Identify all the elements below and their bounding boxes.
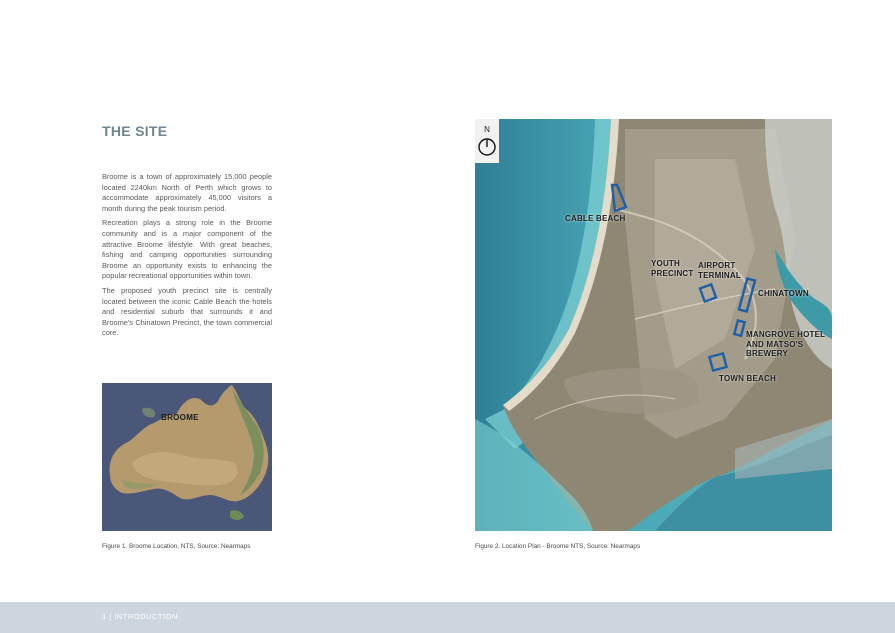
mangrove-hotel-line: BREWERY bbox=[746, 349, 788, 358]
youth-precinct-label: YOUTH PRECINCT bbox=[651, 259, 694, 278]
airport-terminal-label: AIRPORT TERMINAL bbox=[698, 261, 741, 280]
youth-precinct-line: YOUTH bbox=[651, 259, 680, 268]
footer-band: 1 | INTRODUCTION bbox=[0, 602, 895, 633]
broome-label: BROOME bbox=[161, 413, 199, 422]
footer-page-label: 1 | INTRODUCTION bbox=[102, 612, 178, 621]
youth-precinct-line: PRECINCT bbox=[651, 268, 694, 278]
australia-map: BROOME bbox=[102, 383, 272, 531]
paragraph: Broome is a town of approximately 15,000… bbox=[102, 172, 272, 213]
town-beach-label: TOWN BEACH bbox=[719, 374, 776, 383]
intro-text: Broome is a town of approximately 15,000… bbox=[102, 172, 272, 343]
chinatown-label: CHINATOWN bbox=[758, 289, 809, 298]
mangrove-hotel-label: MANGROVE HOTEL AND MATSO'S BREWERY bbox=[746, 330, 825, 359]
cable-beach-label: CABLE BEACH bbox=[565, 214, 626, 223]
airport-terminal-line: AIRPORT bbox=[698, 261, 736, 270]
mangrove-hotel-line: MANGROVE HOTEL bbox=[746, 330, 826, 339]
airport-terminal-line: TERMINAL bbox=[698, 270, 741, 280]
figure-2-caption: Figure 2. Location Plan - Broome NTS, So… bbox=[475, 543, 641, 550]
north-arrow: N bbox=[475, 119, 499, 163]
paragraph: Recreation plays a strong role in the Br… bbox=[102, 218, 272, 281]
mangrove-hotel-line: AND MATSO'S bbox=[746, 339, 804, 349]
broome-location-map: N CABLE BEACH YOUTH PRECINCT AIRPORT TER… bbox=[475, 119, 832, 531]
page-title: THE SITE bbox=[102, 123, 168, 139]
compass-icon bbox=[478, 138, 496, 156]
paragraph: The proposed youth precinct site is cent… bbox=[102, 285, 272, 338]
figure-1-caption: Figure 1. Broome Location, NTS, Source: … bbox=[102, 543, 251, 550]
north-label: N bbox=[484, 125, 490, 134]
